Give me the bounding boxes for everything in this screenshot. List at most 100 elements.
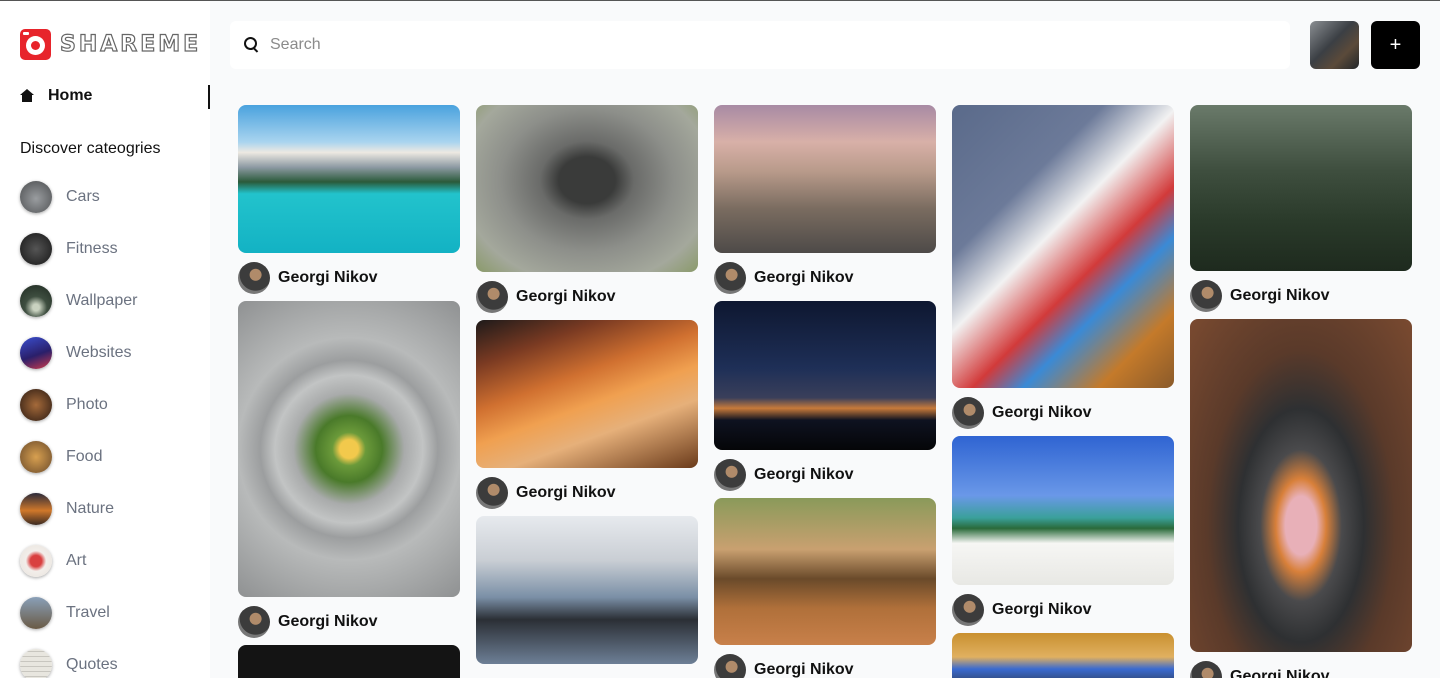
- sidebar-item-websites[interactable]: Websites: [20, 337, 137, 369]
- category-thumbnail: [20, 285, 52, 317]
- pin-card[interactable]: Georgi Nikov: [476, 105, 698, 313]
- author-name: Georgi Nikov: [516, 288, 616, 305]
- sidebar-item-label: Food: [66, 448, 103, 465]
- avatar: [1190, 280, 1222, 312]
- pin-card[interactable]: Georgi Nikov: [238, 301, 460, 638]
- pin-card[interactable]: [476, 516, 698, 664]
- pin-image[interactable]: [952, 105, 1174, 388]
- logo-text: SHAREME: [59, 31, 202, 57]
- pin-image[interactable]: [1190, 105, 1412, 271]
- pin-card[interactable]: [952, 633, 1174, 678]
- avatar: [714, 654, 746, 678]
- category-thumbnail: [20, 181, 52, 213]
- author-name: Georgi Nikov: [1230, 287, 1330, 304]
- sidebar-item-travel[interactable]: Travel: [20, 597, 137, 629]
- pin-card[interactable]: Georgi Nikov: [714, 301, 936, 491]
- pin-author[interactable]: Georgi Nikov: [238, 262, 460, 294]
- pin-author[interactable]: Georgi Nikov: [952, 397, 1174, 429]
- pin-author[interactable]: Georgi Nikov: [952, 594, 1174, 626]
- pin-author[interactable]: Georgi Nikov: [714, 459, 936, 491]
- pin-author[interactable]: Georgi Nikov: [714, 262, 936, 294]
- pin-image[interactable]: [952, 633, 1174, 678]
- sidebar-item-nature[interactable]: Nature: [20, 493, 137, 525]
- pin-image[interactable]: [238, 645, 460, 678]
- pin-card[interactable]: Georgi Nikov: [714, 498, 936, 678]
- pin-card[interactable]: Georgi Nikov: [238, 105, 460, 294]
- sidebar-item-wallpaper[interactable]: Wallpaper: [20, 285, 137, 317]
- pin-column: Georgi Nikov Georgi Nikov: [1190, 105, 1412, 678]
- search-bar[interactable]: [230, 21, 1290, 69]
- author-name: Georgi Nikov: [992, 601, 1092, 618]
- sidebar-item-label: Home: [48, 87, 93, 104]
- search-input[interactable]: [270, 36, 1170, 54]
- pin-image[interactable]: [1190, 319, 1412, 652]
- pin-card[interactable]: [238, 645, 460, 678]
- sidebar: SHAREME Home Discover cateogries Cars Fi…: [0, 1, 210, 678]
- author-name: Georgi Nikov: [754, 661, 854, 678]
- sidebar-item-label: Travel: [66, 604, 110, 621]
- avatar: [238, 262, 270, 294]
- category-thumbnail: [20, 337, 52, 369]
- author-name: Georgi Nikov: [754, 269, 854, 286]
- avatar: [952, 594, 984, 626]
- sidebar-item-art[interactable]: Art: [20, 545, 137, 577]
- author-name: Georgi Nikov: [278, 269, 378, 286]
- sidebar-item-label: Art: [66, 552, 87, 569]
- pin-image[interactable]: [952, 436, 1174, 585]
- pin-author[interactable]: Georgi Nikov: [476, 477, 698, 509]
- avatar: [952, 397, 984, 429]
- pin-grid: Georgi Nikov Georgi Nikov Georgi Nikov G…: [238, 105, 1412, 678]
- discover-categories-heading: Discover cateogries: [20, 140, 161, 157]
- pin-card[interactable]: Georgi Nikov: [1190, 105, 1412, 312]
- pin-image[interactable]: [714, 105, 936, 253]
- sidebar-item-label: Photo: [66, 396, 108, 413]
- pin-image[interactable]: [238, 301, 460, 597]
- app: SHAREME Home Discover cateogries Cars Fi…: [0, 1, 1440, 678]
- category-list: Cars Fitness Wallpaper Websites Photo Fo…: [20, 181, 137, 678]
- pin-image[interactable]: [476, 516, 698, 664]
- logo[interactable]: SHAREME: [20, 29, 201, 60]
- pin-author[interactable]: Georgi Nikov: [714, 654, 936, 678]
- pin-author[interactable]: Georgi Nikov: [476, 281, 698, 313]
- sidebar-item-label: Websites: [66, 344, 132, 361]
- category-thumbnail: [20, 493, 52, 525]
- sidebar-item-label: Nature: [66, 500, 115, 517]
- author-name: Georgi Nikov: [516, 484, 616, 501]
- sidebar-item-photo[interactable]: Photo: [20, 389, 137, 421]
- pin-author[interactable]: Georgi Nikov: [238, 606, 460, 638]
- sidebar-item-food[interactable]: Food: [20, 441, 137, 473]
- pin-card[interactable]: Georgi Nikov: [714, 105, 936, 294]
- pin-card[interactable]: Georgi Nikov: [476, 320, 698, 509]
- sidebar-item-fitness[interactable]: Fitness: [20, 233, 137, 265]
- pin-image[interactable]: [476, 105, 698, 272]
- pin-image[interactable]: [238, 105, 460, 253]
- sidebar-item-label: Fitness: [66, 240, 118, 257]
- pin-card[interactable]: Georgi Nikov: [952, 436, 1174, 626]
- avatar: [238, 606, 270, 638]
- pin-card[interactable]: Georgi Nikov: [952, 105, 1174, 429]
- pin-author[interactable]: Georgi Nikov: [1190, 661, 1412, 678]
- pin-column: Georgi Nikov Georgi Nikov: [476, 105, 698, 678]
- category-thumbnail: [20, 233, 52, 265]
- pin-image[interactable]: [714, 301, 936, 450]
- sidebar-item-label: Cars: [66, 188, 100, 205]
- sidebar-item-quotes[interactable]: Quotes: [20, 649, 137, 678]
- avatar: [714, 262, 746, 294]
- add-pin-button[interactable]: +: [1371, 21, 1420, 69]
- pin-author[interactable]: Georgi Nikov: [1190, 280, 1412, 312]
- camera-logo-icon: [20, 29, 51, 60]
- pin-column: Georgi Nikov Georgi Nikov Georgi Nikov: [714, 105, 936, 678]
- category-thumbnail: [20, 597, 52, 629]
- main-content: + Georgi Nikov Georgi Nikov: [210, 1, 1440, 678]
- category-thumbnail: [20, 545, 52, 577]
- category-thumbnail: [20, 441, 52, 473]
- user-avatar-button[interactable]: [1310, 21, 1359, 69]
- author-name: Georgi Nikov: [992, 404, 1092, 421]
- sidebar-item-label: Quotes: [66, 656, 118, 673]
- sidebar-item-home[interactable]: Home: [20, 87, 92, 105]
- pin-image[interactable]: [714, 498, 936, 645]
- category-thumbnail: [20, 389, 52, 421]
- sidebar-item-cars[interactable]: Cars: [20, 181, 137, 213]
- pin-card[interactable]: Georgi Nikov: [1190, 319, 1412, 678]
- pin-image[interactable]: [476, 320, 698, 468]
